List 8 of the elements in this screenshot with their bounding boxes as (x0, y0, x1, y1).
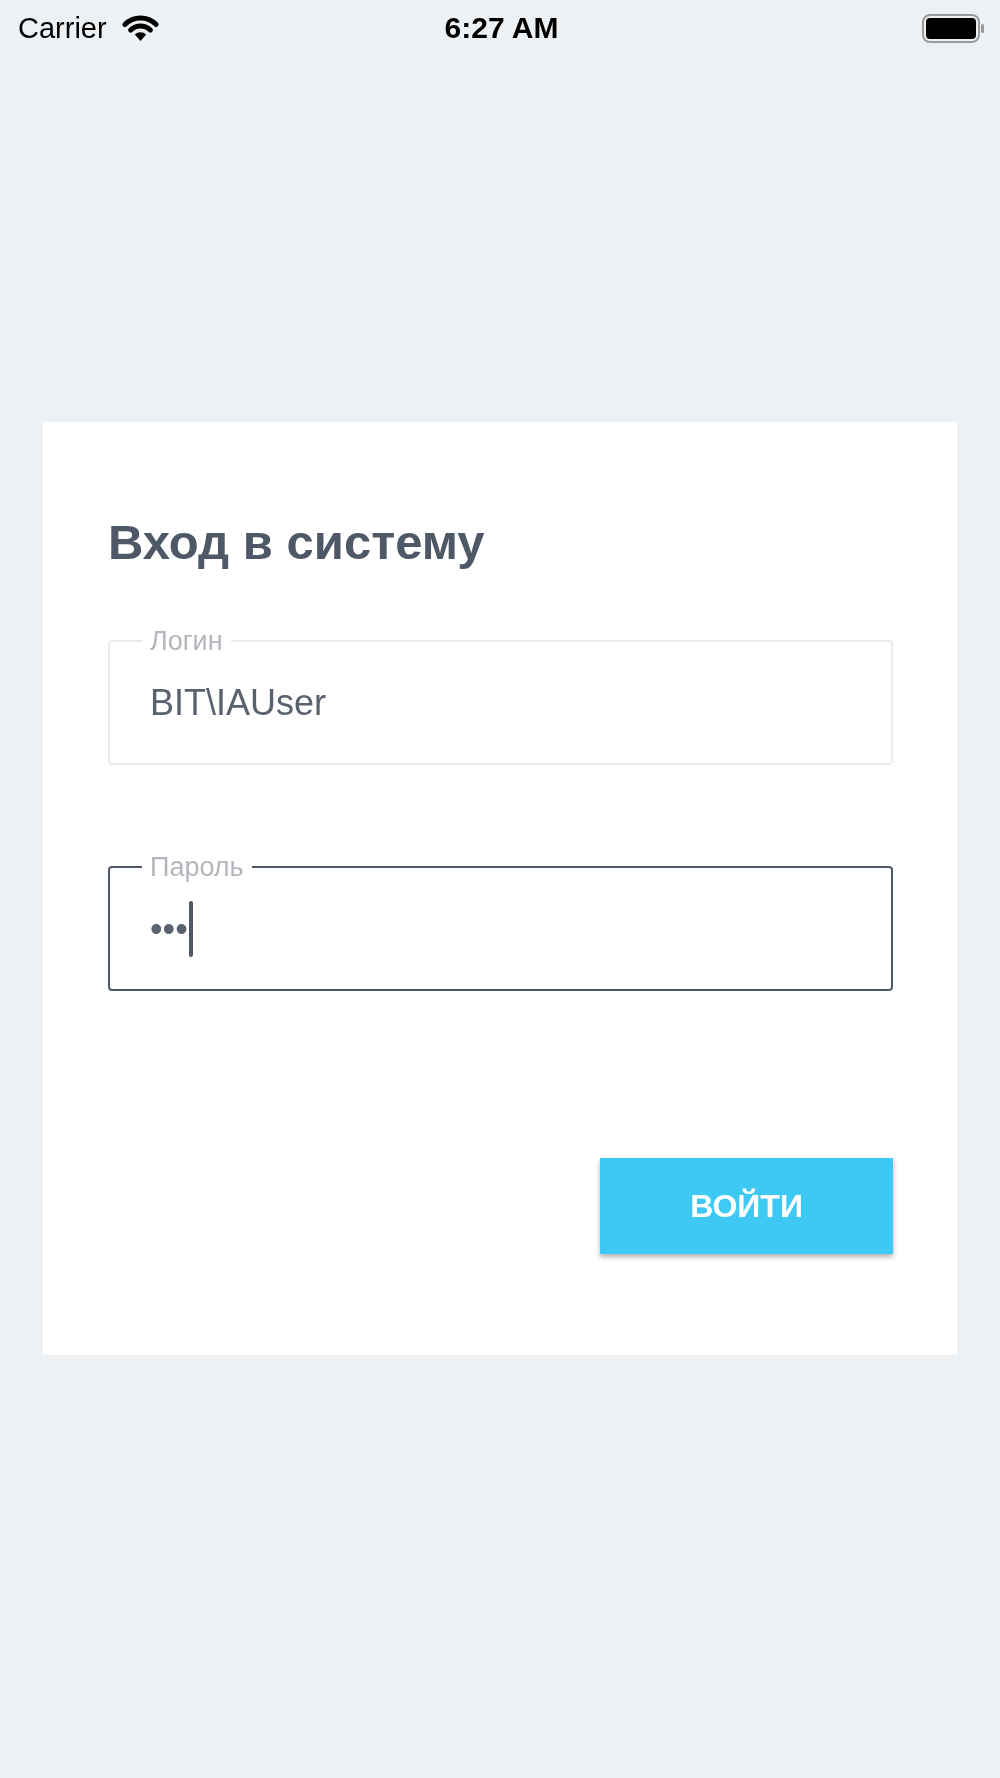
text-cursor-icon (188, 901, 193, 957)
form-title: Вход в систему (108, 514, 486, 570)
battery-icon (922, 13, 985, 43)
field-label: Логин (149, 625, 224, 657)
status-time: 6:27 AM (444, 11, 559, 45)
wifi-icon (120, 14, 160, 42)
carrier-name: Carrier (18, 11, 107, 45)
field-label: Пароль (149, 851, 245, 883)
